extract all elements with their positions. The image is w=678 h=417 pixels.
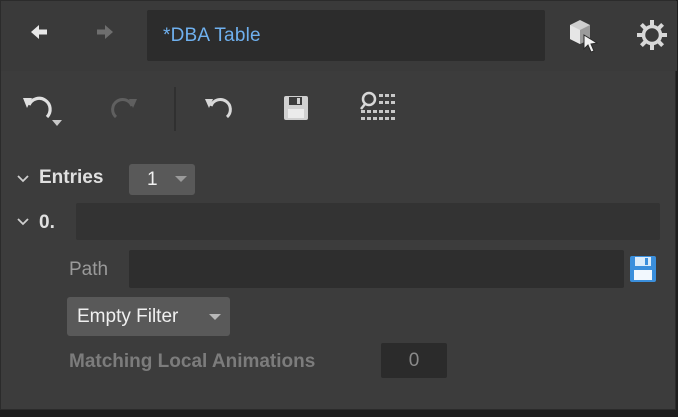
save-icon[interactable] (628, 254, 658, 284)
forward-button[interactable] (89, 16, 121, 48)
save-icon (284, 96, 308, 120)
top-bar: *DBA Table (1, 1, 677, 71)
revert-icon (205, 98, 232, 119)
matching-animations-value: 0 (381, 343, 447, 378)
entry-index-label: 0. (39, 212, 55, 233)
asset-title: *DBA Table (147, 10, 545, 61)
settings-button[interactable] (627, 11, 677, 59)
search-list-icon (360, 91, 395, 120)
asset-title-text: *DBA Table (163, 24, 261, 46)
redo-button[interactable] (99, 85, 145, 131)
redo-icon (111, 98, 137, 119)
matching-animations-count: 0 (408, 349, 420, 371)
toolbar-divider (174, 87, 176, 131)
revert-button[interactable] (197, 85, 243, 131)
entries-count-value: 1 (147, 168, 158, 190)
path-input[interactable] (129, 250, 624, 288)
chevron-down-icon[interactable] (16, 172, 30, 186)
entries-label: Entries (39, 167, 104, 188)
arrow-left-icon (31, 25, 47, 39)
undo-icon (23, 96, 62, 126)
undo-button[interactable] (19, 85, 65, 131)
filter-dropdown-value: Empty Filter (77, 305, 179, 327)
entries-count-dropdown[interactable]: 1 (129, 164, 195, 195)
dropdown-caret-icon (209, 314, 221, 320)
dba-table-panel: *DBA Table Entries 1 0. Path Empty Filte… (0, 0, 677, 410)
back-button[interactable] (23, 16, 55, 48)
path-label: Path (69, 259, 109, 280)
matching-animations-label: Matching Local Animations (69, 351, 316, 372)
filter-list-button[interactable] (355, 85, 401, 131)
gear-icon (637, 20, 667, 50)
dropdown-caret-icon (175, 176, 187, 182)
filter-dropdown[interactable]: Empty Filter (67, 297, 230, 336)
save-button[interactable] (273, 85, 319, 131)
browse-asset-button[interactable] (557, 11, 607, 59)
arrow-right-icon (97, 25, 113, 39)
chevron-down-icon[interactable] (16, 215, 30, 229)
asset-cursor-icon (570, 20, 599, 53)
entry-value-field[interactable] (76, 203, 660, 240)
edit-toolbar (1, 73, 677, 145)
